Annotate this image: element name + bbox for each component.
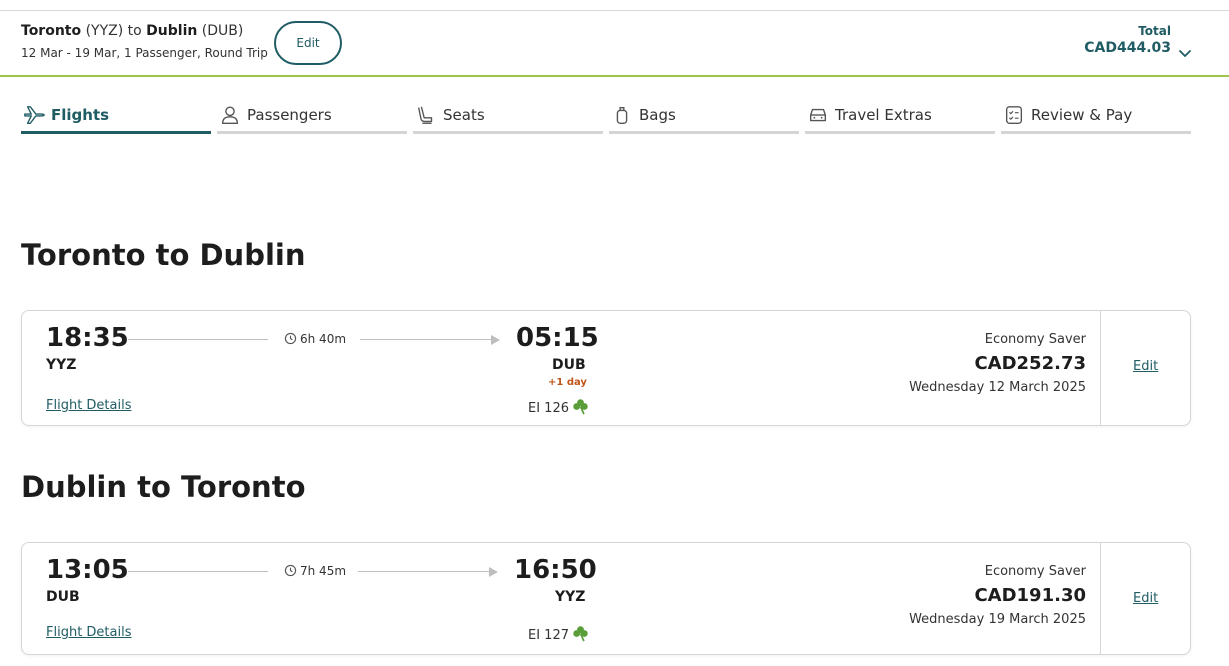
total-label: Total: [1138, 24, 1171, 38]
outbound-flight-card: 18:35 YYZ 6h 40m 05:15 DUB +1 day Flight…: [21, 310, 1191, 426]
total-price-toggle[interactable]: Total CAD444.03: [1084, 24, 1171, 56]
depart-time: 13:05: [46, 555, 129, 585]
booking-steps-nav: Flights Passengers Seats Bags Travel Ext…: [21, 100, 1191, 134]
bag-icon: [616, 106, 628, 124]
duration-text: 7h 45m: [300, 564, 347, 578]
day-offset-badge: +1 day: [548, 377, 587, 388]
edit-search-button[interactable]: Edit: [274, 21, 342, 65]
route-connector: to: [127, 23, 142, 39]
fare-summary: Economy Saver CAD191.30 Wednesday 19 Mar…: [909, 564, 1086, 627]
person-icon: [221, 106, 239, 124]
step-travel-extras[interactable]: Travel Extras: [805, 100, 995, 134]
inbound-title: Dublin to Toronto: [21, 470, 306, 504]
destination-city: Dublin: [146, 23, 198, 39]
step-label: Travel Extras: [835, 106, 932, 124]
edit-outbound-link[interactable]: Edit: [1133, 359, 1158, 374]
duration-text: 6h 40m: [300, 332, 347, 346]
shamrock-icon: [573, 626, 588, 642]
depart-time: 18:35: [46, 323, 129, 353]
flight-duration: 6h 40m: [284, 332, 346, 346]
route-line: [360, 339, 492, 340]
destination-code: (DUB): [201, 23, 244, 39]
depart-airport-code: DUB: [46, 589, 80, 605]
flight-number: EI 126: [528, 398, 589, 416]
fare-name: Economy Saver: [984, 332, 1086, 347]
depart-airport-code: YYZ: [46, 357, 77, 373]
plane-icon: [24, 106, 45, 124]
flight-details-link[interactable]: Flight Details: [46, 625, 132, 640]
flight-number-text: EI 126: [528, 401, 569, 416]
trip-summary-header: Toronto (YYZ) to Dublin (DUB) 12 Mar - 1…: [0, 11, 1229, 77]
step-label: Passengers: [247, 106, 332, 124]
fare-summary: Economy Saver CAD252.73 Wednesday 12 Mar…: [909, 332, 1086, 395]
inbound-flight-card: 13:05 DUB 7h 45m 16:50 YYZ Flight Detail…: [21, 542, 1191, 655]
clock-icon: [284, 332, 297, 345]
flight-number-text: EI 127: [528, 628, 569, 643]
arrive-time: 16:50: [514, 555, 597, 585]
step-seats[interactable]: Seats: [413, 100, 603, 134]
route-title: Toronto (YYZ) to Dublin (DUB): [21, 23, 243, 39]
origin-city: Toronto: [21, 23, 82, 39]
checklist-icon: [1005, 106, 1023, 124]
fare-price: CAD191.30: [974, 585, 1086, 606]
fare-price: CAD252.73: [974, 353, 1086, 374]
origin-code: (YYZ): [85, 23, 124, 39]
step-label: Seats: [443, 106, 485, 124]
arrow-right-icon: [489, 567, 498, 577]
flight-date: Wednesday 12 March 2025: [909, 380, 1086, 395]
route-line: [128, 571, 268, 572]
arrive-airport-code: YYZ: [555, 589, 586, 605]
trip-summary-text: 12 Mar - 19 Mar, 1 Passenger, Round Trip: [21, 46, 268, 60]
flight-number: EI 127: [528, 625, 589, 643]
step-review-pay[interactable]: Review & Pay: [1001, 100, 1191, 134]
flight-duration: 7h 45m: [284, 564, 346, 578]
step-label: Bags: [639, 106, 676, 124]
seat-icon: [417, 106, 433, 124]
arrive-time: 05:15: [516, 323, 599, 353]
step-label: Flights: [51, 106, 110, 124]
arrive-airport-code: DUB: [552, 357, 586, 373]
fare-name: Economy Saver: [984, 564, 1086, 579]
outbound-title: Toronto to Dublin: [21, 238, 306, 272]
total-value: CAD444.03: [1084, 40, 1171, 56]
edit-column: Edit: [1100, 311, 1190, 425]
arrow-right-icon: [491, 335, 500, 345]
shamrock-icon: [573, 399, 588, 415]
edit-column: Edit: [1100, 543, 1190, 654]
flight-date: Wednesday 19 March 2025: [909, 612, 1086, 627]
edit-inbound-link[interactable]: Edit: [1133, 591, 1158, 606]
flight-details-link[interactable]: Flight Details: [46, 398, 132, 413]
car-icon: [809, 108, 827, 122]
chevron-down-icon[interactable]: [1178, 47, 1192, 61]
step-bags[interactable]: Bags: [609, 100, 799, 134]
step-label: Review & Pay: [1031, 106, 1133, 124]
route-line: [128, 339, 268, 340]
step-passengers[interactable]: Passengers: [217, 100, 407, 134]
route-line: [358, 571, 490, 572]
clock-icon: [284, 564, 297, 577]
step-flights[interactable]: Flights: [21, 100, 211, 134]
